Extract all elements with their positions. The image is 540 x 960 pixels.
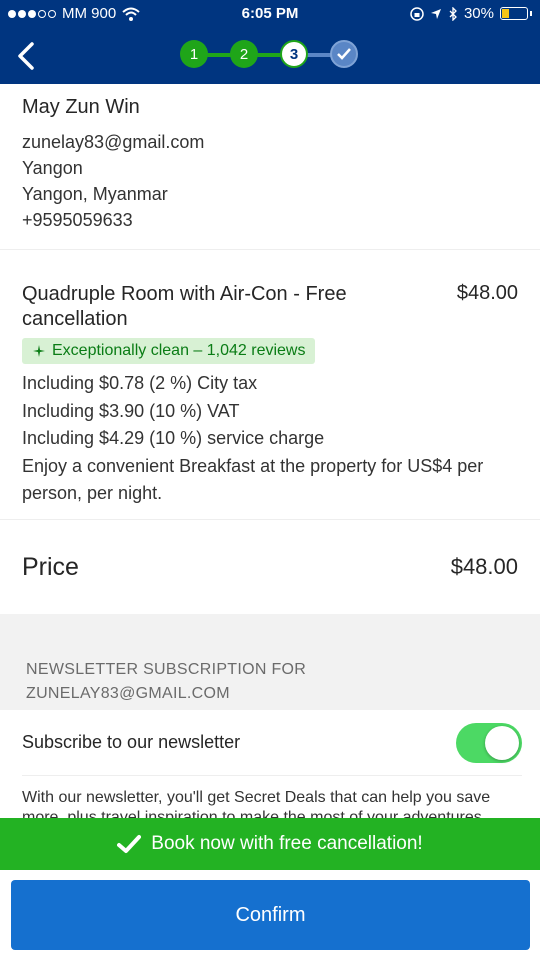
sparkle-icon bbox=[33, 345, 45, 357]
status-bar: MM 900 6:05 PM 30% bbox=[0, 0, 540, 28]
bluetooth-icon bbox=[449, 6, 457, 21]
banner-text: Book now with free cancellation! bbox=[151, 833, 423, 854]
progress-stepper: 1 2 3 bbox=[180, 40, 360, 70]
nav-bar: 1 2 3 bbox=[0, 28, 540, 84]
checkmark-icon bbox=[117, 835, 142, 853]
step-3: 3 bbox=[280, 40, 308, 68]
battery-percent: 30% bbox=[463, 5, 494, 22]
orientation-lock-icon bbox=[410, 6, 424, 21]
back-button[interactable] bbox=[12, 40, 42, 72]
guest-phone: +9595059633 bbox=[22, 210, 133, 230]
room-details: Quadruple Room with Air-Con - Free cance… bbox=[0, 250, 540, 520]
free-cancellation-banner: Book now with free cancellation! bbox=[0, 818, 540, 870]
guest-email: zunelay83@gmail.com bbox=[22, 132, 205, 152]
price-label: Price bbox=[22, 552, 79, 581]
step-final bbox=[330, 40, 358, 68]
newsletter-header: NEWSLETTER SUBSCRIPTION FOR ZUNELAY83@GM… bbox=[0, 614, 540, 710]
service-charge-line: Including $4.29 (10 %) service charge bbox=[22, 428, 325, 448]
status-right: 30% bbox=[410, 5, 532, 22]
checkmark-icon bbox=[337, 48, 351, 60]
chevron-left-icon bbox=[18, 42, 34, 70]
guest-name: May Zun Win bbox=[22, 96, 140, 118]
review-badge-text: Exceptionally clean – 1,042 reviews bbox=[52, 342, 306, 359]
guest-region: Yangon, Myanmar bbox=[22, 184, 168, 204]
confirm-area: Confirm bbox=[0, 870, 540, 960]
toggle-knob bbox=[485, 725, 519, 760]
step-1: 1 bbox=[180, 40, 208, 68]
room-price: $48.00 bbox=[456, 282, 518, 304]
location-icon bbox=[430, 8, 441, 19]
breakfast-line: Enjoy a convenient Breakfast at the prop… bbox=[22, 455, 484, 504]
room-name: Quadruple Room with Air-Con - Free cance… bbox=[22, 283, 347, 330]
price-value: $48.00 bbox=[450, 554, 518, 579]
battery-icon bbox=[500, 7, 528, 20]
vat-line: Including $3.90 (10 %) VAT bbox=[22, 400, 240, 421]
subscribe-label: Subscribe to our newsletter bbox=[22, 732, 241, 752]
guest-city: Yangon bbox=[22, 158, 83, 178]
newsletter-header-line1: NEWSLETTER SUBSCRIPTION FOR bbox=[26, 661, 307, 678]
review-badge: Exceptionally clean – 1,042 reviews bbox=[22, 338, 316, 364]
price-row: Price $48.00 bbox=[0, 520, 540, 614]
city-tax-line: Including $0.78 (2 %) City tax bbox=[22, 373, 258, 393]
subscribe-row: Subscribe to our newsletter bbox=[22, 710, 522, 776]
guest-details: May Zun Win zunelay83@gmail.com Yangon Y… bbox=[0, 84, 540, 250]
step-2: 2 bbox=[230, 40, 258, 68]
newsletter-header-email: ZUNELAY83@GMAIL.COM bbox=[26, 685, 230, 702]
subscribe-toggle[interactable] bbox=[456, 722, 522, 763]
confirm-button[interactable]: Confirm bbox=[11, 880, 530, 950]
